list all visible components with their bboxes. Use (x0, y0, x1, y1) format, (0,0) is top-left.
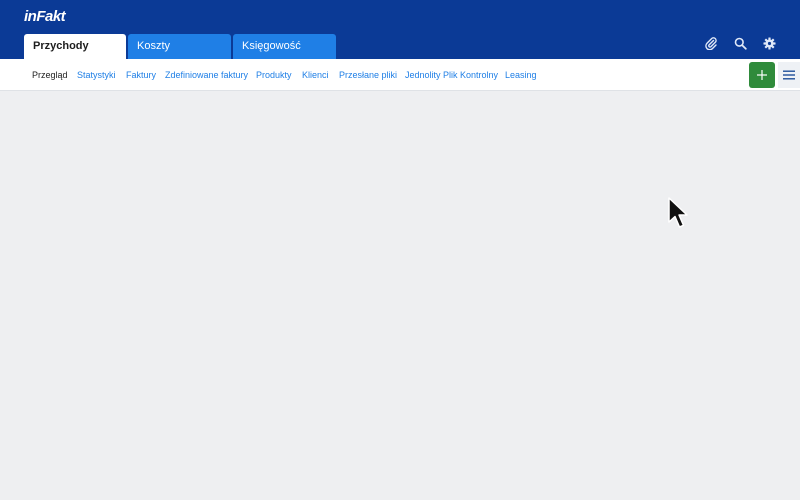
search-icon[interactable] (730, 34, 750, 52)
top-bar: inFakt Przychody Koszty Księgowość (0, 0, 800, 59)
subnav-statystyki[interactable]: Statystyki (77, 70, 116, 80)
subnav-jpk[interactable]: Jednolity Plik Kontrolny (405, 70, 498, 80)
subnav-zdefiniowane-faktury[interactable]: Zdefiniowane faktury (165, 70, 248, 80)
tab-koszty[interactable]: Koszty (128, 34, 231, 59)
subnav-produkty[interactable]: Produkty (256, 70, 292, 80)
tab-przychody[interactable]: Przychody (24, 34, 126, 59)
subnav-przeglad[interactable]: Przegląd (32, 70, 68, 80)
sub-navigation: Przegląd Statystyki Faktury Zdefiniowane… (0, 59, 800, 91)
subnav-faktury[interactable]: Faktury (126, 70, 156, 80)
gear-icon[interactable] (759, 34, 779, 52)
infakt-logo[interactable]: inFakt (24, 8, 66, 25)
menu-button[interactable] (778, 62, 800, 88)
subnav-przeslane-pliki[interactable]: Przesłane pliki (339, 70, 397, 80)
add-button[interactable] (749, 62, 775, 88)
subnav-leasing[interactable]: Leasing (505, 70, 537, 80)
hamburger-icon (783, 70, 795, 80)
mouse-cursor-icon (668, 197, 688, 228)
content-area (0, 91, 800, 500)
subnav-klienci[interactable]: Klienci (302, 70, 329, 80)
tab-ksiegowosc[interactable]: Księgowość (233, 34, 336, 59)
plus-icon (757, 70, 767, 80)
paperclip-icon[interactable] (701, 34, 721, 52)
